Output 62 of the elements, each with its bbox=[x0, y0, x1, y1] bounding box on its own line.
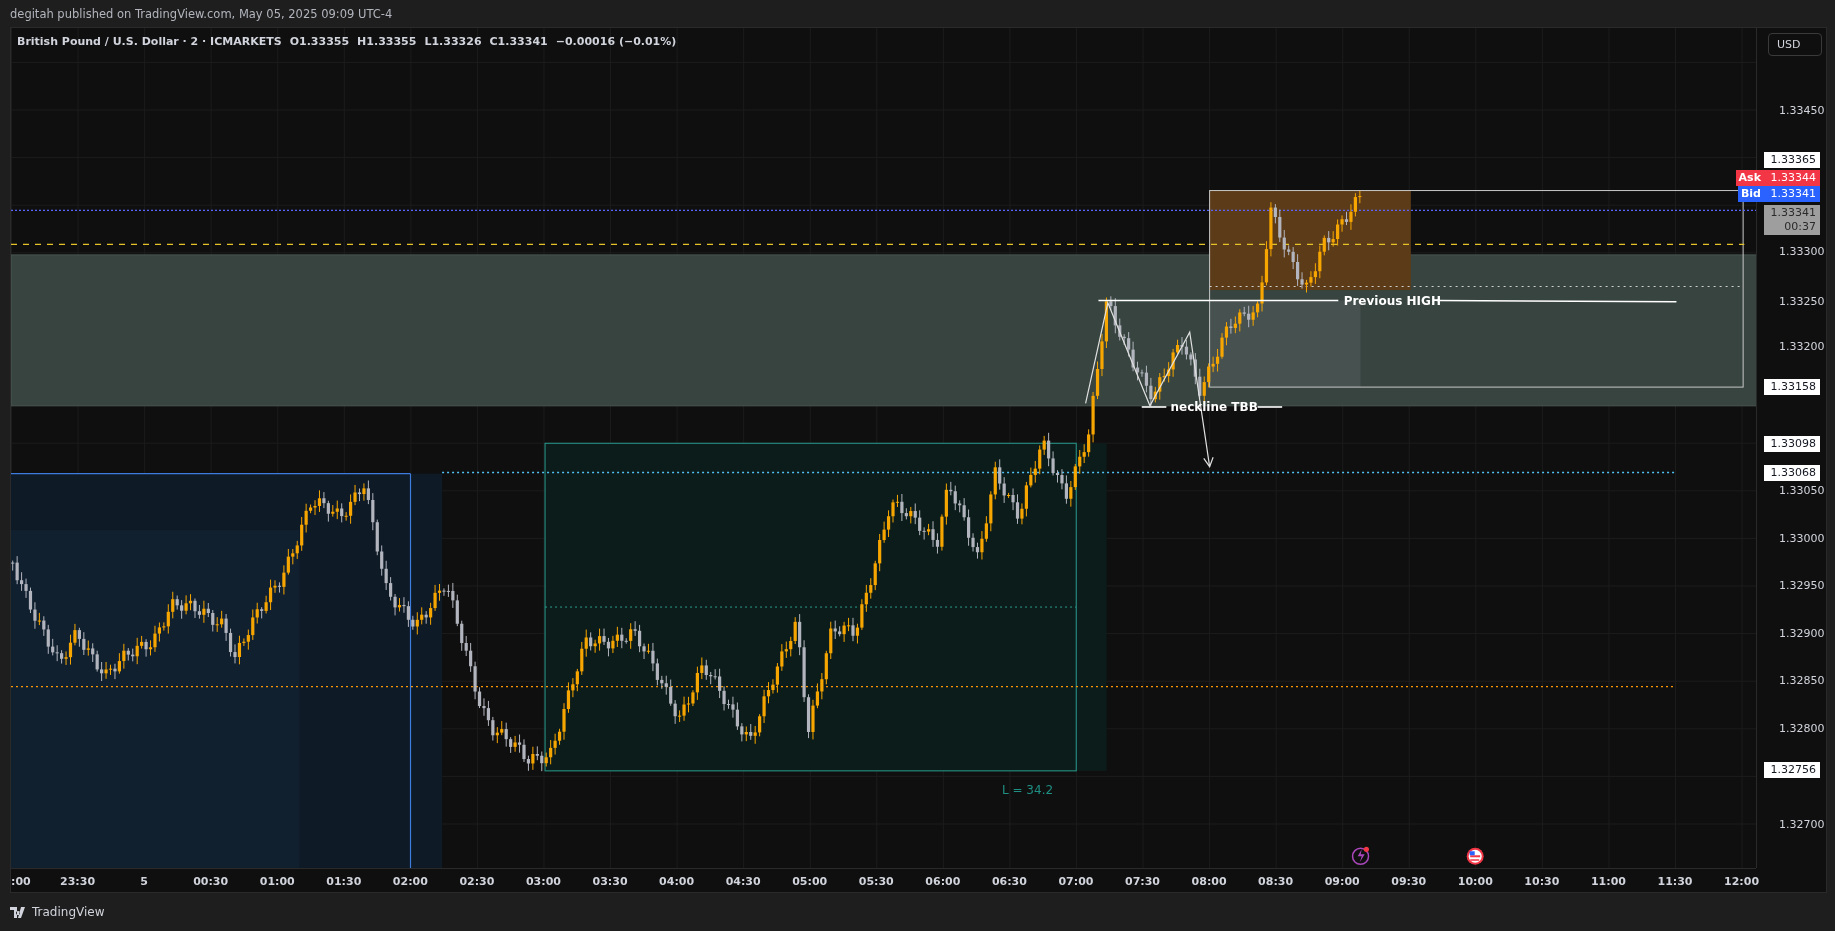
price-tick: 1.32700 bbox=[1779, 817, 1825, 830]
time-tick: 11:00 bbox=[1590, 875, 1626, 888]
price-label: 1.32756 bbox=[1764, 761, 1820, 778]
time-tick: 09:00 bbox=[1324, 875, 1360, 888]
time-tick: 00:30 bbox=[193, 875, 229, 888]
time-tick: 11:30 bbox=[1657, 875, 1693, 888]
price-tick: 1.33250 bbox=[1779, 294, 1825, 307]
time-tick: 09:30 bbox=[1391, 875, 1427, 888]
price-tick: 1.32950 bbox=[1779, 578, 1825, 592]
symbol-title: British Pound / U.S. Dollar · 2 · ICMARKETS bbox=[17, 35, 282, 48]
price-tick: 1.32800 bbox=[1779, 721, 1825, 735]
time-tick: 06:30 bbox=[991, 875, 1027, 888]
ohlc-value: H1.33355 bbox=[357, 35, 417, 48]
price-tick: 1.33300 bbox=[1779, 244, 1825, 258]
time-tick: 01:00 bbox=[259, 875, 295, 888]
event-icon[interactable] bbox=[1351, 846, 1370, 865]
previous-high-label: Previous HIGH bbox=[1342, 293, 1442, 308]
price-tick: 1.32900 bbox=[1779, 626, 1825, 640]
price-tick: 1.33000 bbox=[1779, 531, 1825, 545]
time-tick: 08:30 bbox=[1258, 875, 1294, 888]
time-tick: 10:00 bbox=[1457, 875, 1493, 888]
time-tick: 02:30 bbox=[459, 875, 495, 888]
price-tick: 1.33200 bbox=[1779, 339, 1825, 353]
neckline-label: neckline TBB bbox=[1169, 400, 1259, 414]
time-tick: 04:30 bbox=[725, 875, 761, 888]
time-tick: :00 bbox=[11, 875, 31, 888]
time-tick: 10:30 bbox=[1524, 875, 1560, 888]
publish-info: degitah published on TradingView.com, May 05, 2025 09:09 UTC-4 bbox=[10, 6, 393, 21]
ohlc-value: O1.33355 bbox=[289, 35, 350, 48]
time-tick: 06:00 bbox=[925, 875, 961, 888]
bar-countdown: 00:37 bbox=[1783, 219, 1816, 234]
price-tick: 1.32850 bbox=[1779, 673, 1825, 687]
time-tick: 07:00 bbox=[1058, 875, 1094, 888]
price-tick: 1.33450 bbox=[1779, 103, 1825, 117]
ohlc-value: L1.33326 bbox=[424, 35, 482, 48]
logo-icon bbox=[10, 906, 28, 918]
time-tick: 04:00 bbox=[659, 875, 695, 888]
last-price: 1.33341 bbox=[1769, 205, 1816, 220]
time-tick: 05:30 bbox=[858, 875, 894, 888]
price-label: 1.33365 bbox=[1764, 152, 1820, 169]
time-tick: 12:00 bbox=[1724, 875, 1760, 888]
flag-icon[interactable] bbox=[1466, 847, 1484, 865]
price-label: 1.33068 bbox=[1764, 464, 1820, 481]
price-change: −0.00016 (−0.01%) bbox=[555, 35, 677, 48]
price-label: 1.33158 bbox=[1764, 379, 1820, 396]
time-tick: 05:00 bbox=[792, 875, 828, 888]
bid-tag: Bid bbox=[1737, 186, 1764, 203]
ohlc-value: C1.33341 bbox=[489, 35, 548, 48]
time-tick: 03:30 bbox=[592, 875, 628, 888]
time-tick: 02:00 bbox=[392, 875, 428, 888]
brand-name: TradingView bbox=[32, 905, 105, 919]
time-tick: 5 bbox=[140, 875, 148, 888]
time-tick: 03:00 bbox=[525, 875, 561, 888]
range-length-label: L = 34.2 bbox=[1001, 782, 1055, 797]
price-label: 1.33098 bbox=[1764, 436, 1820, 453]
currency-button[interactable]: USD bbox=[1768, 33, 1822, 56]
time-tick: 23:30 bbox=[60, 875, 96, 888]
ask-tag: Ask bbox=[1735, 169, 1764, 186]
price-tick: 1.33050 bbox=[1779, 483, 1825, 497]
time-tick: 07:30 bbox=[1125, 875, 1160, 888]
time-tick: 01:30 bbox=[326, 875, 362, 888]
time-tick: 08:00 bbox=[1191, 875, 1227, 888]
